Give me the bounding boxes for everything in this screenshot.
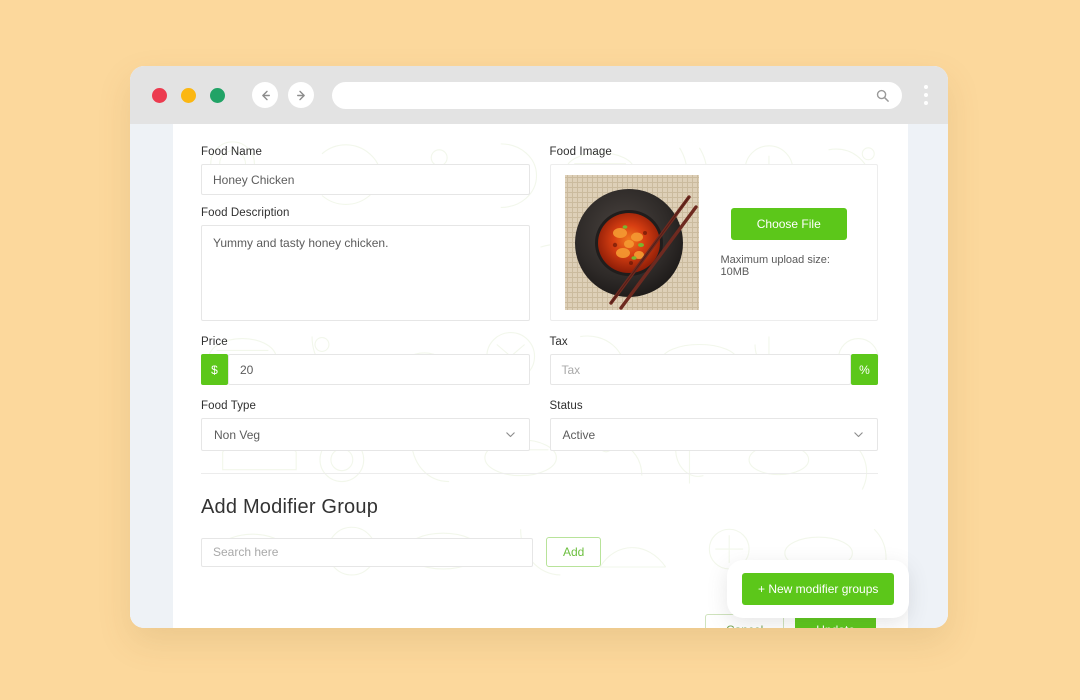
navigation-buttons: [252, 82, 314, 108]
forward-button[interactable]: [288, 82, 314, 108]
food-photo-icon: [564, 175, 699, 310]
food-image-label: Food Image: [549, 146, 612, 158]
form-container: Food Name Honey Chicken Food Description…: [173, 124, 908, 628]
upload-size-note: Maximum upload size: 10MB: [720, 253, 830, 278]
kebab-dot: [924, 85, 928, 89]
food-description-label: Food Description: [201, 207, 290, 219]
modifier-search-input[interactable]: Search here: [201, 537, 533, 567]
price-label: Price: [201, 336, 228, 348]
left-rail: [130, 124, 173, 628]
maximize-window-button[interactable]: [210, 87, 225, 103]
form-row-primary: Food Name Honey Chicken Food Description…: [201, 146, 878, 321]
food-type-group: Food Type Non Veg: [201, 400, 530, 451]
status-value: Active: [562, 427, 596, 442]
percent-symbol-icon: %: [851, 354, 878, 385]
form-row-type-status: Food Type Non Veg Status Active: [201, 400, 878, 451]
close-window-button[interactable]: [152, 87, 167, 103]
address-bar[interactable]: [332, 81, 902, 109]
kebab-dot: [924, 101, 928, 105]
price-group: Price $ 20: [201, 336, 530, 385]
arrow-left-icon: [261, 90, 270, 100]
status-label: Status: [549, 400, 583, 412]
food-type-select[interactable]: Non Veg: [201, 418, 530, 451]
upload-controls: Choose File Maximum upload size: 10MB: [720, 207, 864, 278]
food-name-label: Food Name: [201, 146, 262, 158]
food-image-panel: Choose File Maximum upload size: 10MB: [549, 164, 878, 321]
chevron-down-icon: [505, 432, 515, 438]
new-modifier-groups-button[interactable]: + New modifier groups: [742, 573, 895, 605]
status-select[interactable]: Active: [549, 418, 878, 451]
add-modifier-button[interactable]: Add: [546, 537, 602, 567]
search-icon[interactable]: [875, 88, 890, 103]
status-group: Status Active: [549, 400, 878, 451]
chevron-down-icon: [854, 432, 863, 438]
kebab-dot: [924, 93, 928, 97]
app-page: Food Name Honey Chicken Food Description…: [130, 124, 948, 628]
food-description-textarea[interactable]: Yummy and tasty honey chicken.: [201, 225, 530, 321]
food-type-value: Non Veg: [214, 427, 261, 442]
back-button[interactable]: [252, 82, 278, 108]
minimize-window-button[interactable]: [181, 87, 196, 103]
section-divider: [201, 473, 878, 474]
arrow-right-icon: [296, 90, 305, 100]
tax-label: Tax: [549, 336, 568, 348]
add-modifier-group-title: Add Modifier Group: [201, 496, 379, 518]
tax-group: Tax Tax %: [549, 336, 878, 385]
content-area: Food Name Honey Chicken Food Description…: [173, 124, 908, 628]
right-column: Food Image Choose File Maximum upload si…: [549, 146, 878, 321]
traffic-lights: [152, 87, 225, 103]
browser-window: Food Name Honey Chicken Food Description…: [130, 66, 948, 628]
choose-file-button[interactable]: Choose File: [730, 207, 847, 240]
browser-toolbar: [130, 66, 948, 124]
price-input-wrap: $ 20: [201, 354, 530, 385]
food-name-input[interactable]: Honey Chicken: [201, 164, 530, 195]
browser-menu-button[interactable]: [904, 85, 948, 105]
food-type-label: Food Type: [201, 400, 257, 412]
food-image-thumbnail[interactable]: [564, 175, 699, 310]
tax-input-wrap: Tax %: [549, 354, 878, 385]
currency-symbol-icon: $: [201, 354, 228, 385]
new-modifier-groups-popover: + New modifier groups: [727, 560, 910, 618]
price-input[interactable]: 20: [228, 354, 530, 385]
left-column: Food Name Honey Chicken Food Description…: [201, 146, 530, 321]
tax-input[interactable]: Tax: [549, 354, 851, 385]
form-row-price-tax: Price $ 20 Tax Tax %: [201, 336, 878, 385]
